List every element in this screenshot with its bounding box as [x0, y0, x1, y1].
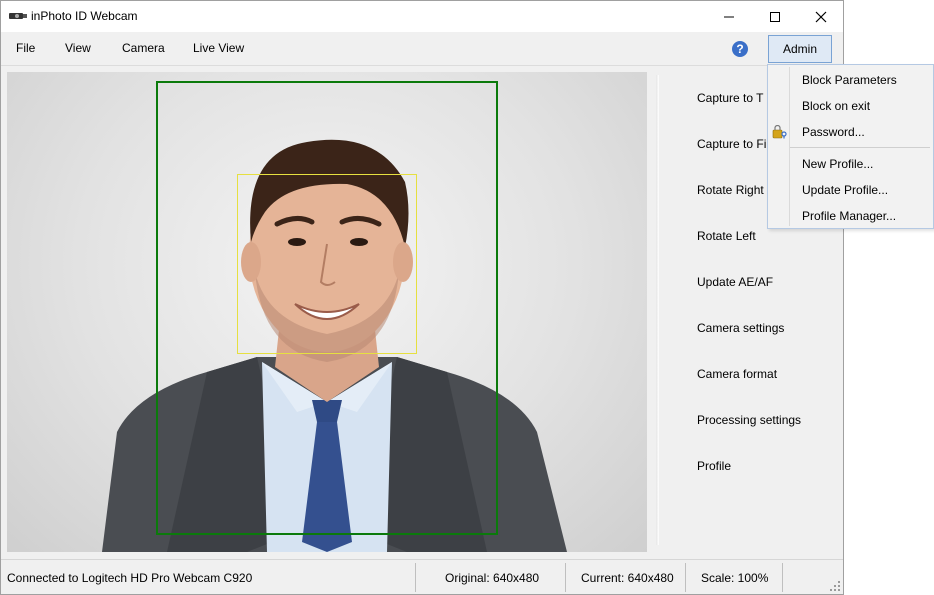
close-icon — [815, 11, 827, 22]
status-separator — [685, 563, 686, 592]
menu-file[interactable]: File — [16, 41, 35, 55]
camera-settings-button[interactable]: Camera settings — [697, 321, 784, 335]
maximize-icon — [770, 11, 780, 22]
status-bar: Connected to Logitech HD Pro Webcam C920… — [1, 559, 843, 594]
app-window: inPhoto ID Webcam File View Camera Live … — [0, 0, 844, 595]
processing-settings-button[interactable]: Processing settings — [697, 413, 801, 427]
capture-to-t-button[interactable]: Capture to T — [697, 91, 763, 105]
scale-readout: Scale: 100% — [701, 571, 769, 585]
maximize-button[interactable] — [752, 1, 798, 32]
admin-menu-button[interactable]: Admin — [768, 35, 832, 63]
help-icon[interactable]: ? — [732, 41, 748, 57]
status-separator — [415, 563, 416, 592]
capture-to-file-button[interactable]: Capture to Fi — [697, 137, 766, 151]
menu-bar: File View Camera Live View ? Admin — [1, 32, 843, 66]
status-separator — [782, 563, 783, 592]
status-separator — [565, 563, 566, 592]
live-preview[interactable] — [7, 72, 647, 552]
menu-item-block-parameters[interactable]: Block Parameters — [802, 73, 897, 87]
rotate-left-button[interactable]: Rotate Left — [697, 229, 756, 243]
title-bar: inPhoto ID Webcam — [1, 1, 843, 32]
resize-grip-icon[interactable] — [829, 580, 841, 592]
connection-status: Connected to Logitech HD Pro Webcam C920 — [7, 571, 253, 585]
panel-divider — [656, 75, 659, 545]
original-resolution: Original: 640x480 — [445, 571, 540, 585]
profile-button[interactable]: Profile — [697, 459, 731, 473]
key-lock-icon — [772, 125, 787, 139]
menu-live-view[interactable]: Live View — [193, 41, 244, 55]
menu-item-new-profile[interactable]: New Profile... — [802, 157, 873, 171]
face-detection-box — [237, 174, 417, 354]
close-button[interactable] — [798, 1, 844, 32]
menu-item-update-profile[interactable]: Update Profile... — [802, 183, 888, 197]
menu-item-profile-manager[interactable]: Profile Manager... — [802, 209, 896, 223]
camera-format-button[interactable]: Camera format — [697, 367, 777, 381]
current-resolution: Current: 640x480 — [581, 571, 674, 585]
menu-item-block-on-exit[interactable]: Block on exit — [802, 99, 870, 113]
menu-separator — [790, 147, 930, 148]
rotate-right-button[interactable]: Rotate Right — [697, 183, 764, 197]
menu-item-password[interactable]: Password... — [802, 125, 865, 139]
admin-menu-label: Admin — [782, 42, 817, 56]
menu-view[interactable]: View — [65, 41, 91, 55]
minimize-icon — [724, 16, 734, 17]
minimize-button[interactable] — [706, 1, 752, 32]
window-title: inPhoto ID Webcam — [31, 9, 138, 23]
admin-dropdown-menu: Block Parameters Block on exit Password.… — [767, 64, 934, 229]
webcam-app-icon — [9, 13, 27, 19]
update-ae-af-button[interactable]: Update AE/AF — [697, 275, 773, 289]
menu-camera[interactable]: Camera — [122, 41, 165, 55]
